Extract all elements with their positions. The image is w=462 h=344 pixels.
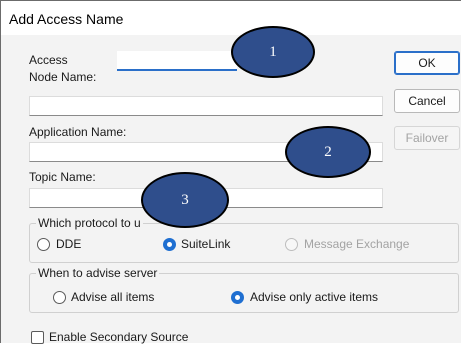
annotation-marker-3: 3 bbox=[141, 172, 229, 228]
dialog-title: Add Access Name bbox=[9, 11, 124, 27]
advise-active-label: Advise only active items bbox=[250, 290, 379, 304]
protocol-dde-radio[interactable] bbox=[37, 238, 50, 251]
access-label: Access bbox=[29, 53, 68, 67]
protocol-suitelink-radio[interactable] bbox=[163, 238, 176, 251]
annotation-marker-2: 2 bbox=[285, 126, 371, 178]
annotation-marker-1: 1 bbox=[231, 26, 315, 78]
node-name-label: Node Name: bbox=[29, 70, 97, 84]
failover-button[interactable]: Failover bbox=[394, 126, 460, 150]
advise-legend: When to advise server bbox=[36, 266, 160, 280]
protocol-dde-label: DDE bbox=[56, 237, 82, 251]
protocol-legend: Which protocol to u bbox=[36, 216, 143, 230]
protocol-suitelink-label: SuiteLink bbox=[181, 237, 231, 251]
advise-all-label: Advise all items bbox=[71, 290, 155, 304]
topic-name-label: Topic Name: bbox=[29, 170, 96, 184]
advise-all-radio[interactable] bbox=[53, 291, 66, 304]
ok-button[interactable]: OK bbox=[394, 51, 460, 75]
node-name-input[interactable] bbox=[29, 96, 383, 116]
protocol-message-exchange-radio[interactable] bbox=[285, 238, 298, 251]
enable-secondary-source-checkbox[interactable] bbox=[31, 331, 44, 344]
access-input[interactable] bbox=[117, 51, 237, 71]
advise-active-radio[interactable] bbox=[231, 291, 244, 304]
application-name-label: Application Name: bbox=[29, 125, 127, 139]
dialog-titlebar: Add Access Name bbox=[1, 1, 462, 35]
protocol-message-exchange-label: Message Exchange bbox=[304, 237, 410, 251]
cancel-button[interactable]: Cancel bbox=[394, 89, 460, 113]
